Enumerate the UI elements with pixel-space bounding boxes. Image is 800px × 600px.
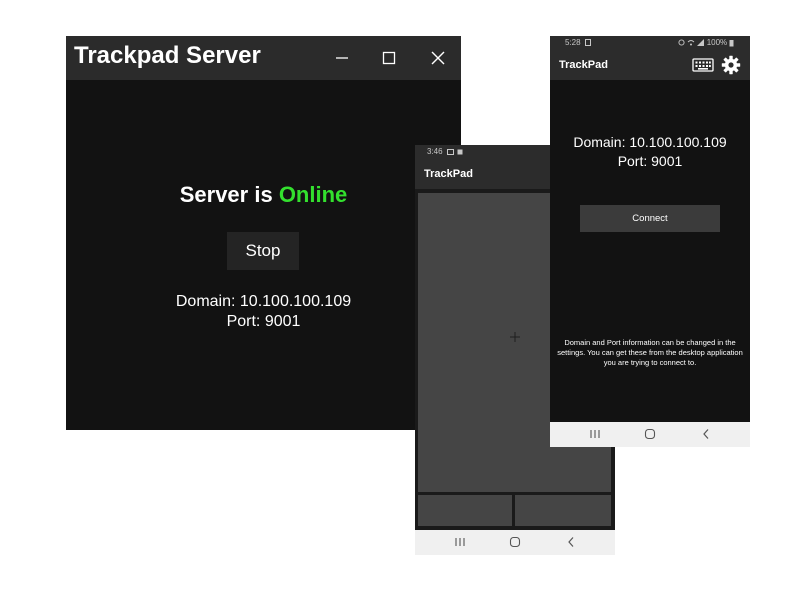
maximize-icon [382, 51, 396, 65]
domain-text: Domain: 10.100.100.109 [175, 293, 352, 310]
recent-apps-icon [455, 538, 465, 546]
window-title: Trackpad Server [74, 42, 261, 69]
signal-icon [697, 39, 705, 47]
status-icons: 100% [678, 38, 734, 47]
home-button[interactable] [643, 427, 657, 441]
stop-button[interactable]: Stop [227, 232, 299, 270]
navigation-bar [550, 422, 750, 447]
battery-icon [729, 39, 734, 47]
wifi-icon [687, 40, 695, 46]
battery-text: 100% [706, 38, 728, 47]
status-bar: 5:28 100% [550, 36, 750, 50]
sd-card-icon [584, 39, 591, 47]
close-button[interactable] [424, 44, 452, 72]
back-icon [703, 429, 709, 439]
recent-apps-button[interactable] [453, 535, 467, 549]
status-time: 3:46 [427, 147, 463, 156]
domain-text: Domain: 10.100.100.109 [573, 134, 727, 150]
connect-button[interactable]: Connect [580, 205, 720, 232]
back-button[interactable] [699, 427, 713, 441]
phone-connect: 5:28 100% TrackPad Domain: 10.100.100.10… [550, 36, 750, 447]
navigation-bar [415, 530, 615, 555]
alarm-icon [678, 39, 685, 46]
settings-note: Domain and Port information can be chang… [557, 338, 743, 367]
port-text: Port: 9001 [617, 153, 683, 169]
left-click-button[interactable] [418, 495, 512, 526]
home-icon [509, 536, 521, 548]
home-icon [644, 428, 656, 440]
connection-info: Domain: 10.100.100.109 Port: 9001 [66, 292, 461, 332]
notification-icon [457, 149, 463, 155]
status-time: 5:28 [565, 38, 591, 47]
app-title: TrackPad [559, 59, 608, 71]
desktop-window: Trackpad Server Server is Online Stop Do… [66, 36, 461, 430]
keyboard-icon[interactable] [692, 57, 714, 73]
app-bar: TrackPad [550, 50, 750, 80]
notification-icon [446, 148, 454, 155]
plus-icon [510, 332, 520, 342]
app-title: TrackPad [424, 168, 473, 180]
connection-info: Domain: 10.100.100.109 Port: 9001 [550, 133, 750, 171]
back-button[interactable] [564, 535, 578, 549]
status-value: Online [278, 182, 348, 207]
status-prefix: Server is [179, 182, 273, 207]
back-icon [568, 537, 574, 547]
right-click-button[interactable] [515, 495, 611, 526]
recent-apps-icon [590, 430, 600, 438]
minimize-button[interactable] [328, 44, 356, 72]
recent-apps-button[interactable] [588, 427, 602, 441]
close-icon [431, 51, 445, 65]
gear-icon[interactable] [721, 55, 741, 75]
home-button[interactable] [508, 535, 522, 549]
server-status: Server is Online [66, 182, 461, 208]
title-bar[interactable]: Trackpad Server [66, 36, 461, 80]
minimize-icon [336, 57, 348, 59]
maximize-button[interactable] [375, 44, 403, 72]
port-text: Port: 9001 [226, 313, 301, 330]
